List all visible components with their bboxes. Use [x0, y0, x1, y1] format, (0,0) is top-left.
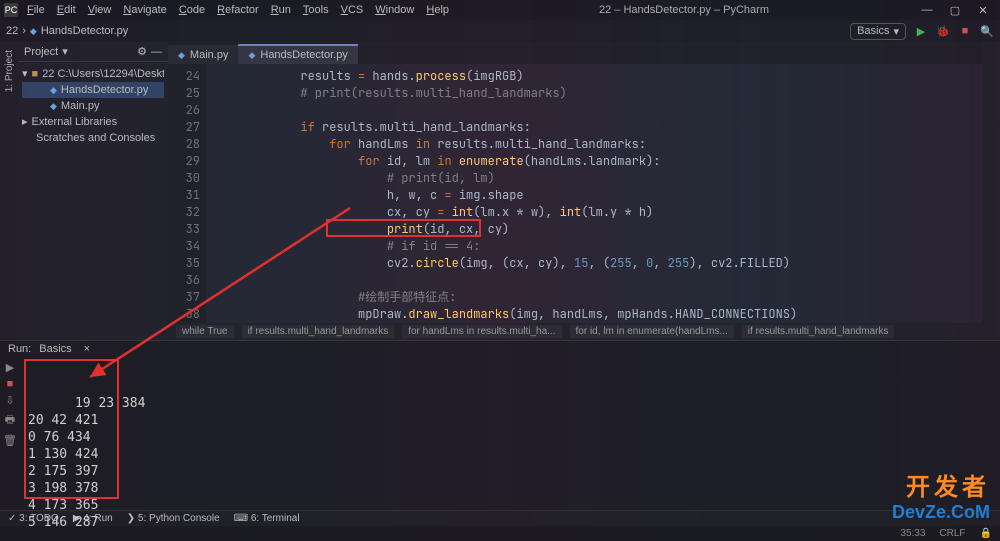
- tree-scratches[interactable]: Scratches and Consoles: [36, 130, 155, 146]
- folder-icon: ■: [32, 66, 39, 82]
- debug-icon[interactable]: 🐞: [936, 24, 950, 38]
- editor-tabs: ◆ Main.py ◆ HandsDetector.py: [168, 42, 982, 64]
- chevron-down-icon[interactable]: ▾: [62, 45, 68, 58]
- run-toolbar: ▶ ■ ⇩ 🖶 🗑: [0, 357, 20, 535]
- window-title: 22 – HandsDetector.py – PyCharm: [458, 4, 910, 16]
- navigation-bar: 22 › ◆ HandsDetector.py Basics ▾ ▶ 🐞 ■ 🔍: [0, 20, 1000, 42]
- gear-icon[interactable]: ⚙: [137, 45, 147, 58]
- tab-label: Main.py: [190, 49, 229, 61]
- project-tool-tab[interactable]: 1: Project: [4, 46, 15, 96]
- main-menu: FileEditViewNavigateCodeRefactorRunTools…: [22, 2, 454, 18]
- editor-tab[interactable]: ◆ Main.py: [168, 45, 238, 64]
- menu-help[interactable]: Help: [421, 2, 454, 18]
- stop-icon[interactable]: ■: [958, 24, 972, 38]
- watermark-line2: DevZe.CoM: [892, 502, 990, 523]
- minimize-button[interactable]: —: [914, 4, 940, 17]
- tree-root[interactable]: 22 C:\Users\12294\Desktop\22: [42, 66, 164, 82]
- menu-code[interactable]: Code: [174, 2, 210, 18]
- trash-icon[interactable]: 🗑: [3, 434, 17, 447]
- chevron-right-icon: ›: [22, 25, 26, 37]
- project-tree[interactable]: ▾■22 C:\Users\12294\Desktop\22 ◆HandsDet…: [18, 62, 168, 150]
- tree-file[interactable]: ◆Main.py: [22, 98, 164, 114]
- menu-vcs[interactable]: VCS: [336, 2, 369, 18]
- menu-file[interactable]: File: [22, 2, 50, 18]
- titlebar: PC FileEditViewNavigateCodeRefactorRunTo…: [0, 0, 1000, 20]
- run-tool-window: Run: Basics × ▶ ■ ⇩ 🖶 🗑 19 23 384 20 42 …: [0, 340, 1000, 510]
- breadcrumb-item[interactable]: if results.multi_hand_landmarks: [742, 325, 895, 338]
- python-file-icon: ◆: [30, 26, 37, 37]
- run-label: Run:: [8, 343, 31, 355]
- breadcrumb-item[interactable]: if results.multi_hand_landmarks: [242, 325, 395, 338]
- run-icon[interactable]: ▶: [914, 24, 928, 38]
- tree-file-label: Main.py: [61, 98, 100, 114]
- close-panel-icon[interactable]: ×: [84, 343, 90, 355]
- tree-file-label: HandsDetector.py: [61, 82, 148, 98]
- search-icon[interactable]: 🔍: [980, 24, 994, 38]
- project-panel: Project ▾ ⚙ — ▾■22 C:\Users\12294\Deskto…: [18, 42, 168, 340]
- run-config-label: Basics: [857, 25, 889, 37]
- tab-label: HandsDetector.py: [260, 49, 347, 61]
- right-gutter: [982, 42, 1000, 340]
- breadcrumb-item[interactable]: for id, lm in enumerate(handLms...: [570, 325, 734, 338]
- editor-tab[interactable]: ◆ HandsDetector.py: [238, 44, 357, 64]
- breadcrumb-item[interactable]: while True: [176, 325, 234, 338]
- menu-window[interactable]: Window: [370, 2, 419, 18]
- python-file-icon: ◆: [248, 50, 255, 61]
- collapse-icon[interactable]: —: [151, 46, 162, 58]
- menu-edit[interactable]: Edit: [52, 2, 81, 18]
- editor-breadcrumbs: while True if results.multi_hand_landmark…: [168, 323, 982, 340]
- code-area[interactable]: results = hands.process(imgRGB) # print(…: [206, 64, 982, 323]
- tree-external[interactable]: External Libraries: [32, 114, 118, 130]
- breadcrumb-file[interactable]: HandsDetector.py: [41, 25, 128, 37]
- menu-navigate[interactable]: Navigate: [118, 2, 171, 18]
- breadcrumb-item[interactable]: for handLms in results.multi_ha...: [402, 325, 561, 338]
- print-icon[interactable]: 🖶: [5, 411, 15, 430]
- breadcrumb-project[interactable]: 22: [6, 25, 18, 37]
- console-output[interactable]: 19 23 384 20 42 421 0 76 434 1 130 424 2…: [20, 357, 1000, 535]
- watermark: 开发者 DevZe.CoM: [892, 467, 990, 523]
- run-config-selector[interactable]: Basics ▾: [850, 23, 906, 40]
- python-file-icon: ◆: [50, 82, 57, 98]
- down-icon[interactable]: ⇩: [5, 394, 14, 407]
- gutter-line-numbers: 24 25 26 27 28 29 30 31 32 33 34 35 36 3…: [168, 64, 206, 323]
- python-file-icon: ◆: [178, 50, 185, 61]
- menu-tools[interactable]: Tools: [298, 2, 334, 18]
- tree-file[interactable]: ◆HandsDetector.py: [22, 82, 164, 98]
- menu-refactor[interactable]: Refactor: [212, 2, 264, 18]
- highlight-output-box: [24, 359, 119, 499]
- stop-icon[interactable]: ■: [7, 378, 14, 390]
- rerun-icon[interactable]: ▶: [6, 361, 14, 374]
- menu-run[interactable]: Run: [266, 2, 296, 18]
- app-logo: PC: [4, 3, 18, 17]
- run-config-name: Basics: [39, 343, 71, 355]
- left-gutter: 1: Project: [0, 42, 18, 340]
- chevron-down-icon[interactable]: ▾: [22, 66, 28, 82]
- project-panel-title: Project: [24, 46, 58, 58]
- code-editor[interactable]: 24 25 26 27 28 29 30 31 32 33 34 35 36 3…: [168, 64, 982, 323]
- watermark-line1: 开发者: [892, 467, 990, 502]
- close-button[interactable]: ✕: [970, 4, 996, 17]
- maximize-button[interactable]: ▢: [942, 4, 968, 17]
- chevron-down-icon: ▾: [893, 25, 899, 38]
- chevron-right-icon[interactable]: ▸: [22, 114, 28, 130]
- menu-view[interactable]: View: [83, 2, 117, 18]
- python-file-icon: ◆: [50, 98, 57, 114]
